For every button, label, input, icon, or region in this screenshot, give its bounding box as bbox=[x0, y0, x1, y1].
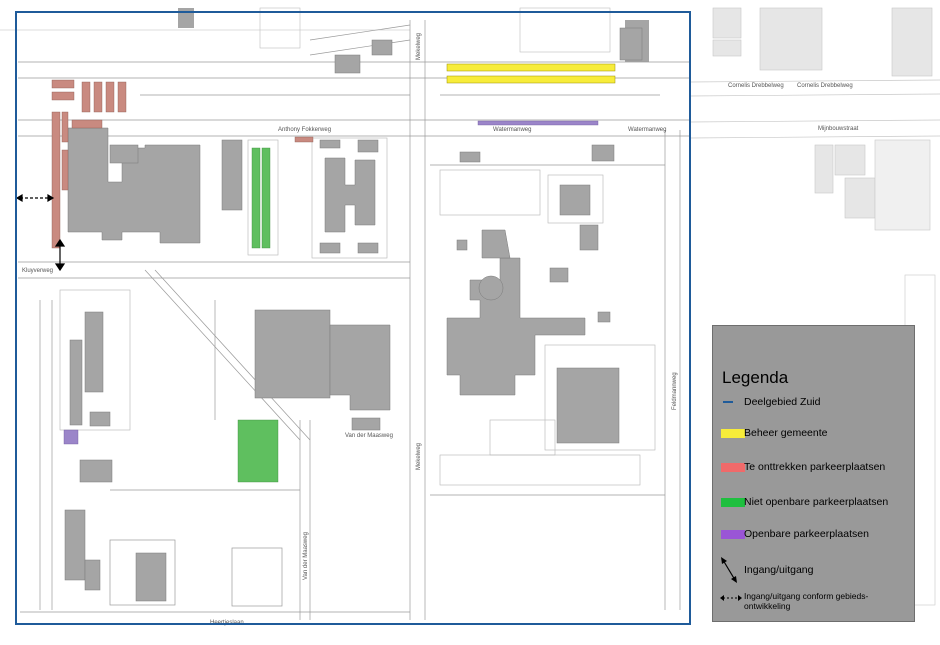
boundary-line-swatch bbox=[723, 401, 733, 403]
legend: Legenda Deelgebied Zuid Beheer gemeente … bbox=[712, 325, 915, 622]
street-label: Mekelweg bbox=[416, 443, 422, 470]
legend-label-line: Ingang/uitgang conform gebieds- bbox=[744, 591, 869, 601]
two-way-arrow-icon bbox=[721, 557, 737, 583]
yellow-swatch bbox=[721, 429, 745, 438]
street-label: Anthony Fokkerweg bbox=[278, 127, 331, 133]
street-label: Cornelis Drebbelweg bbox=[797, 83, 853, 89]
legend-item-te-onttrekken: Te onttrekken parkeerplaatsen bbox=[713, 459, 916, 479]
legend-label: Ingang/uitgang bbox=[744, 564, 814, 576]
street-label: Watermanweg bbox=[493, 127, 531, 133]
street-label: Van der Maasweg bbox=[345, 433, 393, 439]
legend-item-ingang-gebiedsontwikkeling: Ingang/uitgang conform gebieds- ontwikke… bbox=[713, 590, 916, 616]
street-label: Mekelweg bbox=[416, 33, 422, 60]
legend-label: Te onttrekken parkeerplaatsen bbox=[744, 461, 886, 473]
legend-title: Legenda bbox=[722, 368, 789, 387]
red-swatch bbox=[721, 463, 745, 472]
legend-label-line: ontwikkeling bbox=[744, 601, 791, 611]
legend-label: Deelgebied Zuid bbox=[744, 396, 821, 408]
legend-label: Ingang/uitgang conform gebieds- ontwikke… bbox=[744, 591, 868, 611]
legend-label: Beheer gemeente bbox=[744, 427, 828, 439]
green-swatch bbox=[721, 498, 745, 507]
legend-item-ingang-uitgang: Ingang/uitgang bbox=[713, 556, 916, 583]
legend-label: Niet openbare parkeerplaatsen bbox=[744, 496, 889, 508]
legend-item-deelgebied-zuid: Deelgebied Zuid bbox=[713, 394, 916, 414]
legend-item-beheer-gemeente: Beheer gemeente bbox=[713, 425, 916, 445]
legend-label: Openbare parkeerplaatsen bbox=[744, 528, 869, 540]
street-label: Cornelis Drebbelweg bbox=[728, 83, 784, 89]
street-label: Mijnbouwstraat bbox=[818, 126, 859, 132]
street-label: Van der Maasweg bbox=[303, 532, 309, 580]
legend-item-openbaar: Openbare parkeerplaatsen bbox=[713, 526, 916, 546]
legend-item-niet-openbaar: Niet openbare parkeerplaatsen bbox=[713, 494, 916, 514]
purple-swatch bbox=[721, 530, 745, 539]
street-label: Kluyverweg bbox=[22, 268, 53, 274]
street-label: Watermanweg bbox=[628, 127, 666, 133]
dashed-arrow-icon bbox=[720, 595, 742, 601]
street-label: Feldmannweg bbox=[672, 372, 678, 410]
